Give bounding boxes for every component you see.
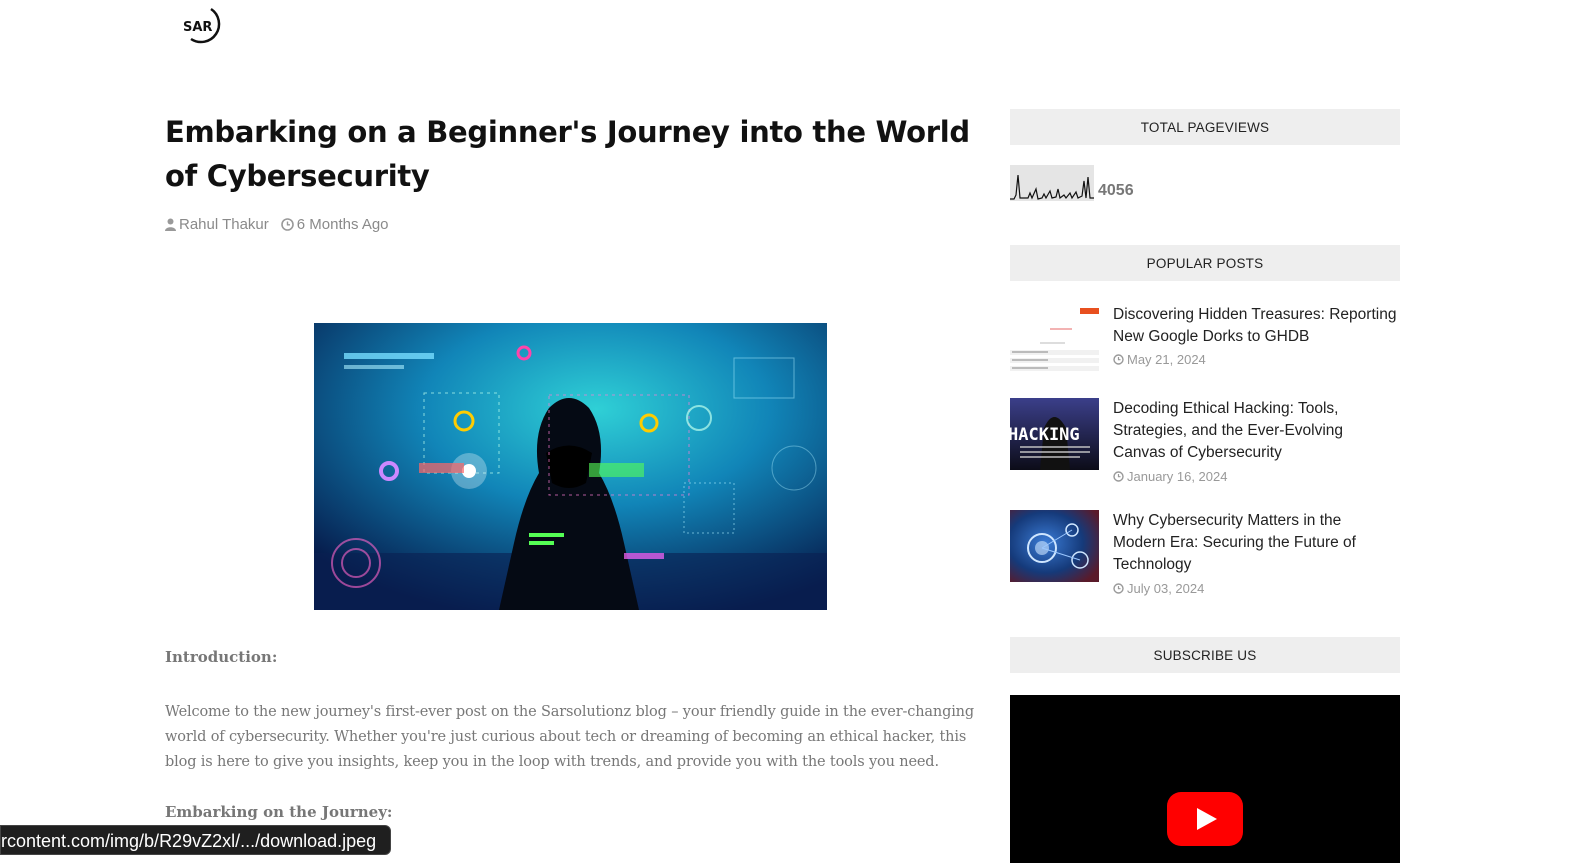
popular-post-2-thumbnail[interactable]: HACKING	[1010, 398, 1099, 470]
post-time: 6 Months Ago	[280, 216, 389, 233]
popular-post-3-title[interactable]: Why Cybersecurity Matters in the Modern …	[1113, 510, 1398, 576]
popular-posts-header: POPULAR POSTS	[1010, 245, 1400, 281]
intro-heading: Introduction:	[165, 648, 278, 666]
time-ago: 6 Months Ago	[296, 216, 389, 233]
post-date-text: July 03, 2024	[1127, 581, 1205, 596]
hero-image[interactable]	[314, 323, 827, 610]
popular-post-1-date: May 21, 2024	[1113, 352, 1206, 367]
pageviews-sparkline	[1010, 165, 1094, 201]
author-name: Rahul Thakur	[179, 216, 269, 233]
popular-post-2-date: January 16, 2024	[1113, 469, 1227, 484]
popular-post-1-title[interactable]: Discovering Hidden Treasures: Reporting …	[1113, 304, 1398, 348]
youtube-video-embed[interactable]	[1010, 695, 1400, 863]
intro-paragraph: Welcome to the new journey's first-ever …	[165, 704, 975, 770]
popular-post-1[interactable]: Discovering Hidden Treasures: Reporting …	[1010, 304, 1400, 384]
post-title: Embarking on a Beginner's Journey into t…	[165, 115, 970, 193]
popular-post-3[interactable]: Why Cybersecurity Matters in the Modern …	[1010, 510, 1400, 596]
subscribe-header: SUBSCRIBE US	[1010, 637, 1400, 673]
pageviews-count: 4056	[1098, 182, 1134, 199]
pageviews-widget-header: TOTAL PAGEVIEWS	[1010, 109, 1400, 145]
popular-post-3-date: July 03, 2024	[1113, 581, 1204, 596]
popular-post-2-title[interactable]: Decoding Ethical Hacking: Tools, Strateg…	[1113, 398, 1398, 464]
clock-icon	[1113, 354, 1124, 365]
browser-status-url: rcontent.com/img/b/R29vZ2xl/.../download…	[0, 825, 391, 855]
youtube-play-icon[interactable]	[1167, 792, 1243, 846]
post-date-text: May 21, 2024	[1127, 352, 1206, 367]
clock-icon	[1113, 583, 1124, 594]
journey-heading: Embarking on the Journey:	[165, 803, 393, 821]
logo-text: SAR	[183, 20, 212, 35]
post-date-text: January 16, 2024	[1127, 469, 1228, 484]
clock-icon	[1113, 471, 1124, 482]
popular-post-2[interactable]: HACKING Decoding Ethical Hacking: Tools,…	[1010, 398, 1400, 484]
user-icon	[165, 218, 176, 231]
post-meta: Rahul Thakur 6 Months Ago	[165, 216, 980, 233]
pageviews-widget: 4056	[1010, 165, 1134, 201]
article: Embarking on a Beginner's Journey into t…	[165, 110, 980, 233]
clock-icon	[280, 218, 294, 231]
popular-post-3-thumbnail[interactable]	[1010, 510, 1099, 582]
thumb-hacking-text: HACKING	[1010, 425, 1080, 445]
site-logo[interactable]: SAR	[181, 6, 227, 46]
author[interactable]: Rahul Thakur	[165, 216, 269, 233]
popular-post-1-thumbnail[interactable]	[1010, 304, 1099, 376]
